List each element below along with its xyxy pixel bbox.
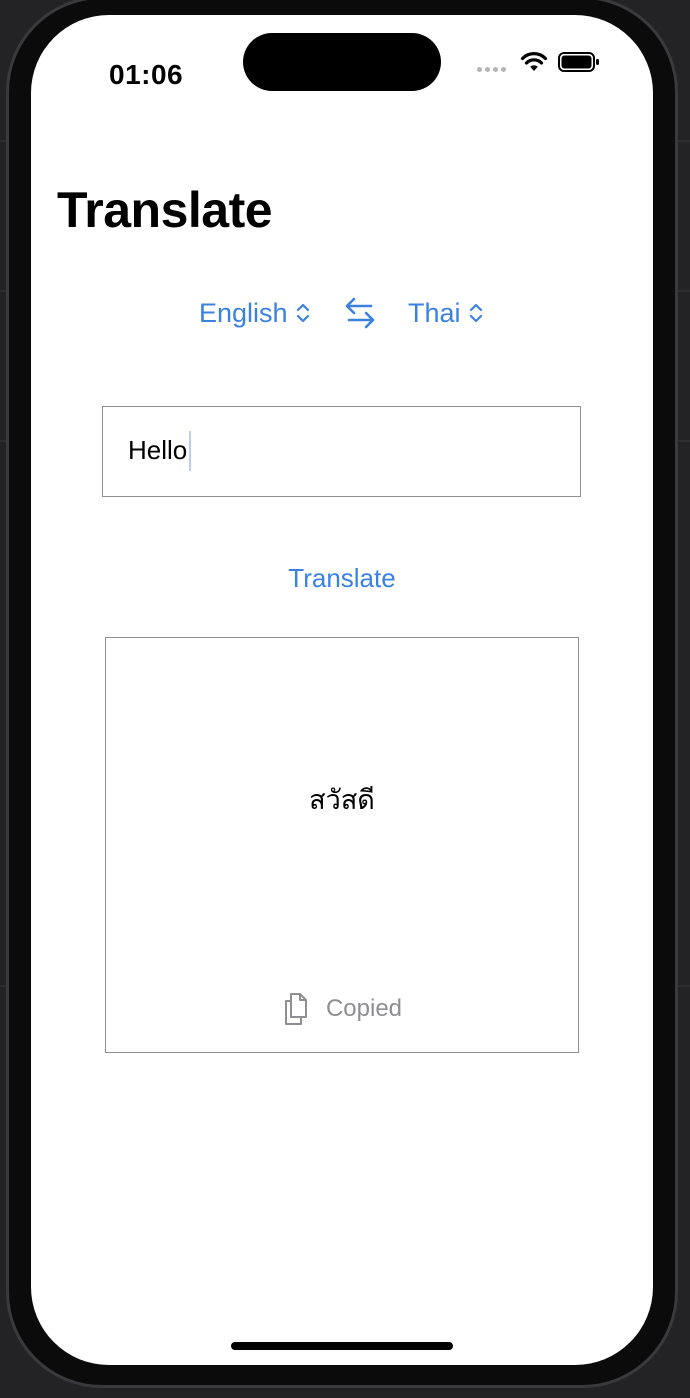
copied-label: Copied: [325, 995, 403, 1022]
home-indicator[interactable]: [231, 1342, 453, 1350]
copy-button[interactable]: Copied: [106, 992, 578, 1026]
doc-on-doc-icon: [284, 993, 307, 1025]
target-language-label: Thai: [408, 297, 461, 328]
chevron-up-down-icon: [296, 303, 309, 323]
status-time: 01:06: [109, 59, 184, 90]
wifi-icon: [520, 52, 548, 71]
language-selector-row: English Thai: [31, 293, 653, 333]
source-text-value: Hello: [128, 435, 188, 465]
translate-button[interactable]: Translate: [31, 563, 653, 594]
chevron-up-down-icon: [469, 303, 482, 323]
source-language-label: English: [199, 297, 288, 328]
source-language-picker[interactable]: English: [199, 293, 310, 333]
battery-icon: [558, 52, 599, 72]
target-language-picker[interactable]: Thai: [408, 293, 483, 333]
dynamic-island: [243, 33, 441, 91]
page-title: Translate: [57, 182, 273, 238]
translation-output-box[interactable]: สวัสดี Copied: [105, 637, 579, 1053]
source-text-field[interactable]: Hello: [102, 406, 581, 497]
swap-arrows-icon[interactable]: [344, 296, 376, 330]
cellular-signal-icon: [477, 66, 511, 74]
translation-result: สวัสดี: [309, 785, 375, 815]
phone-screen: 01:06 Translate English Thai Hello Trans…: [31, 15, 653, 1365]
text-caret: [189, 431, 191, 471]
